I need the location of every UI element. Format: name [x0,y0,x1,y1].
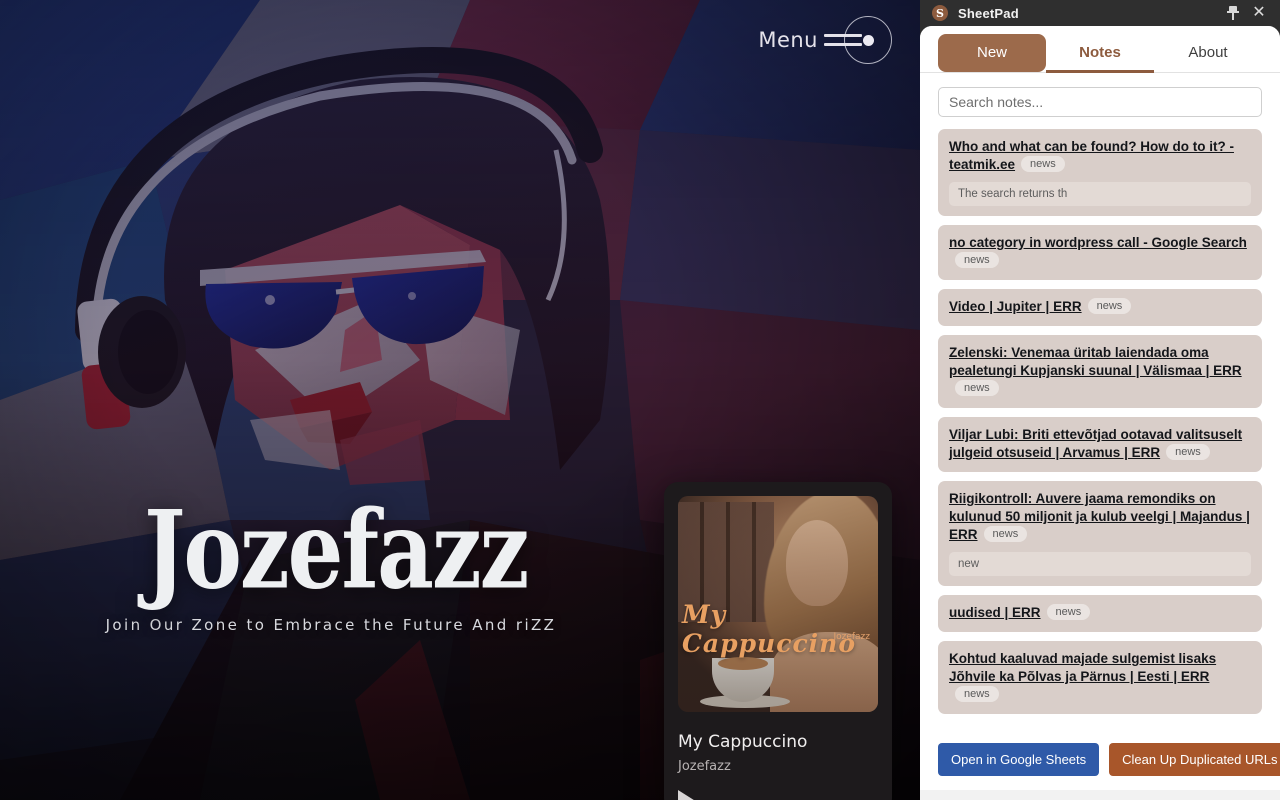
screen: Menu Jozefazz Join Our Zone to Embrace t… [0,0,1280,800]
note-card[interactable]: Who and what can be found? How do to it?… [938,129,1262,216]
menu-circle-icon [844,16,892,64]
menu-button[interactable]: Menu [758,16,892,64]
tab-notes[interactable]: Notes [1046,34,1154,73]
close-icon[interactable]: ✕ [1246,0,1272,26]
track-title: My Cappuccino [678,732,808,752]
arrow-right-icon[interactable]: → [856,791,878,800]
note-title-link[interactable]: Video | Jupiter | ERR [949,299,1082,314]
note-body[interactable]: new [949,552,1251,576]
cover-script-text: My Cappuccino [682,600,857,658]
note-body[interactable]: The search returns th [949,182,1251,206]
site-tagline: Join Our Zone to Embrace the Future And … [105,615,557,634]
note-card[interactable]: Riigikontroll: Auvere jaama remondiks on… [938,481,1262,586]
player-controls: → [678,790,878,800]
sheetpad-logo-icon: S [932,5,948,21]
site-logo-text: Jozefazz [143,487,530,614]
cover-credit-text: Jozefazz [833,632,870,642]
pin-icon[interactable] [1220,0,1246,26]
panel-content: New Notes About Who and what can be foun… [920,26,1280,800]
note-tag: news [1087,298,1132,314]
track-artist: Jozefazz [678,759,731,774]
note-tag: news [1021,156,1065,172]
note-tag: news [955,686,999,702]
panel-app-title: SheetPad [958,5,1019,21]
note-tag: news [1046,604,1091,620]
sheetpad-panel: S SheetPad ✕ New Notes About Who and wha [920,0,1280,800]
panel-tabs: New Notes About [920,26,1280,73]
menu-label: Menu [758,28,818,52]
notes-list[interactable]: Who and what can be found? How do to it?… [920,125,1280,732]
clean-up-duplicated-urls-button[interactable]: Clean Up Duplicated URLs [1109,743,1280,776]
tab-new[interactable]: New [938,34,1046,72]
play-icon[interactable] [678,790,697,800]
panel-bottom-strip [920,790,1280,800]
note-card[interactable]: Video | Jupiter | ERR news [938,289,1262,326]
website-viewport: Menu Jozefazz Join Our Zone to Embrace t… [0,0,920,800]
note-tag: news [955,380,999,396]
brand-block: Jozefazz Join Our Zone to Embrace the Fu… [96,497,566,634]
search-row [920,73,1280,125]
note-title-link[interactable]: Who and what can be found? How do to it?… [949,139,1234,172]
note-card[interactable]: uudised | ERR news [938,595,1262,632]
note-card[interactable]: Zelenski: Venemaa üritab laiendada oma p… [938,335,1262,408]
tab-about[interactable]: About [1154,34,1262,72]
panel-footer: Open in Google Sheets Clean Up Duplicate… [920,732,1280,790]
album-cover-art: My Cappuccino Jozefazz [678,496,878,712]
note-card[interactable]: Viljar Lubi: Briti ettevõtjad ootavad va… [938,417,1262,472]
note-tag: news [955,252,999,268]
open-in-google-sheets-button[interactable]: Open in Google Sheets [938,743,1100,776]
note-title-link[interactable]: Zelenski: Venemaa üritab laiendada oma p… [949,345,1242,378]
pin-glyph [1227,6,1239,20]
music-player-card[interactable]: My Cappuccino Jozefazz My Cappuccino Joz… [664,482,892,800]
panel-titlebar: S SheetPad ✕ [920,0,1280,26]
note-title-link[interactable]: no category in wordpress call - Google S… [949,235,1247,250]
note-card[interactable]: Kohtud kaaluvad majade sulgemist lisaks … [938,641,1262,714]
close-glyph: ✕ [1252,4,1266,21]
note-title-link[interactable]: uudised | ERR [949,605,1041,620]
search-input[interactable] [938,87,1262,117]
menu-dot-icon [862,34,874,46]
note-title-link[interactable]: Kohtud kaaluvad majade sulgemist lisaks … [949,651,1216,684]
note-tag: news [1166,444,1210,460]
note-tag: news [983,526,1028,542]
note-card[interactable]: no category in wordpress call - Google S… [938,225,1262,280]
